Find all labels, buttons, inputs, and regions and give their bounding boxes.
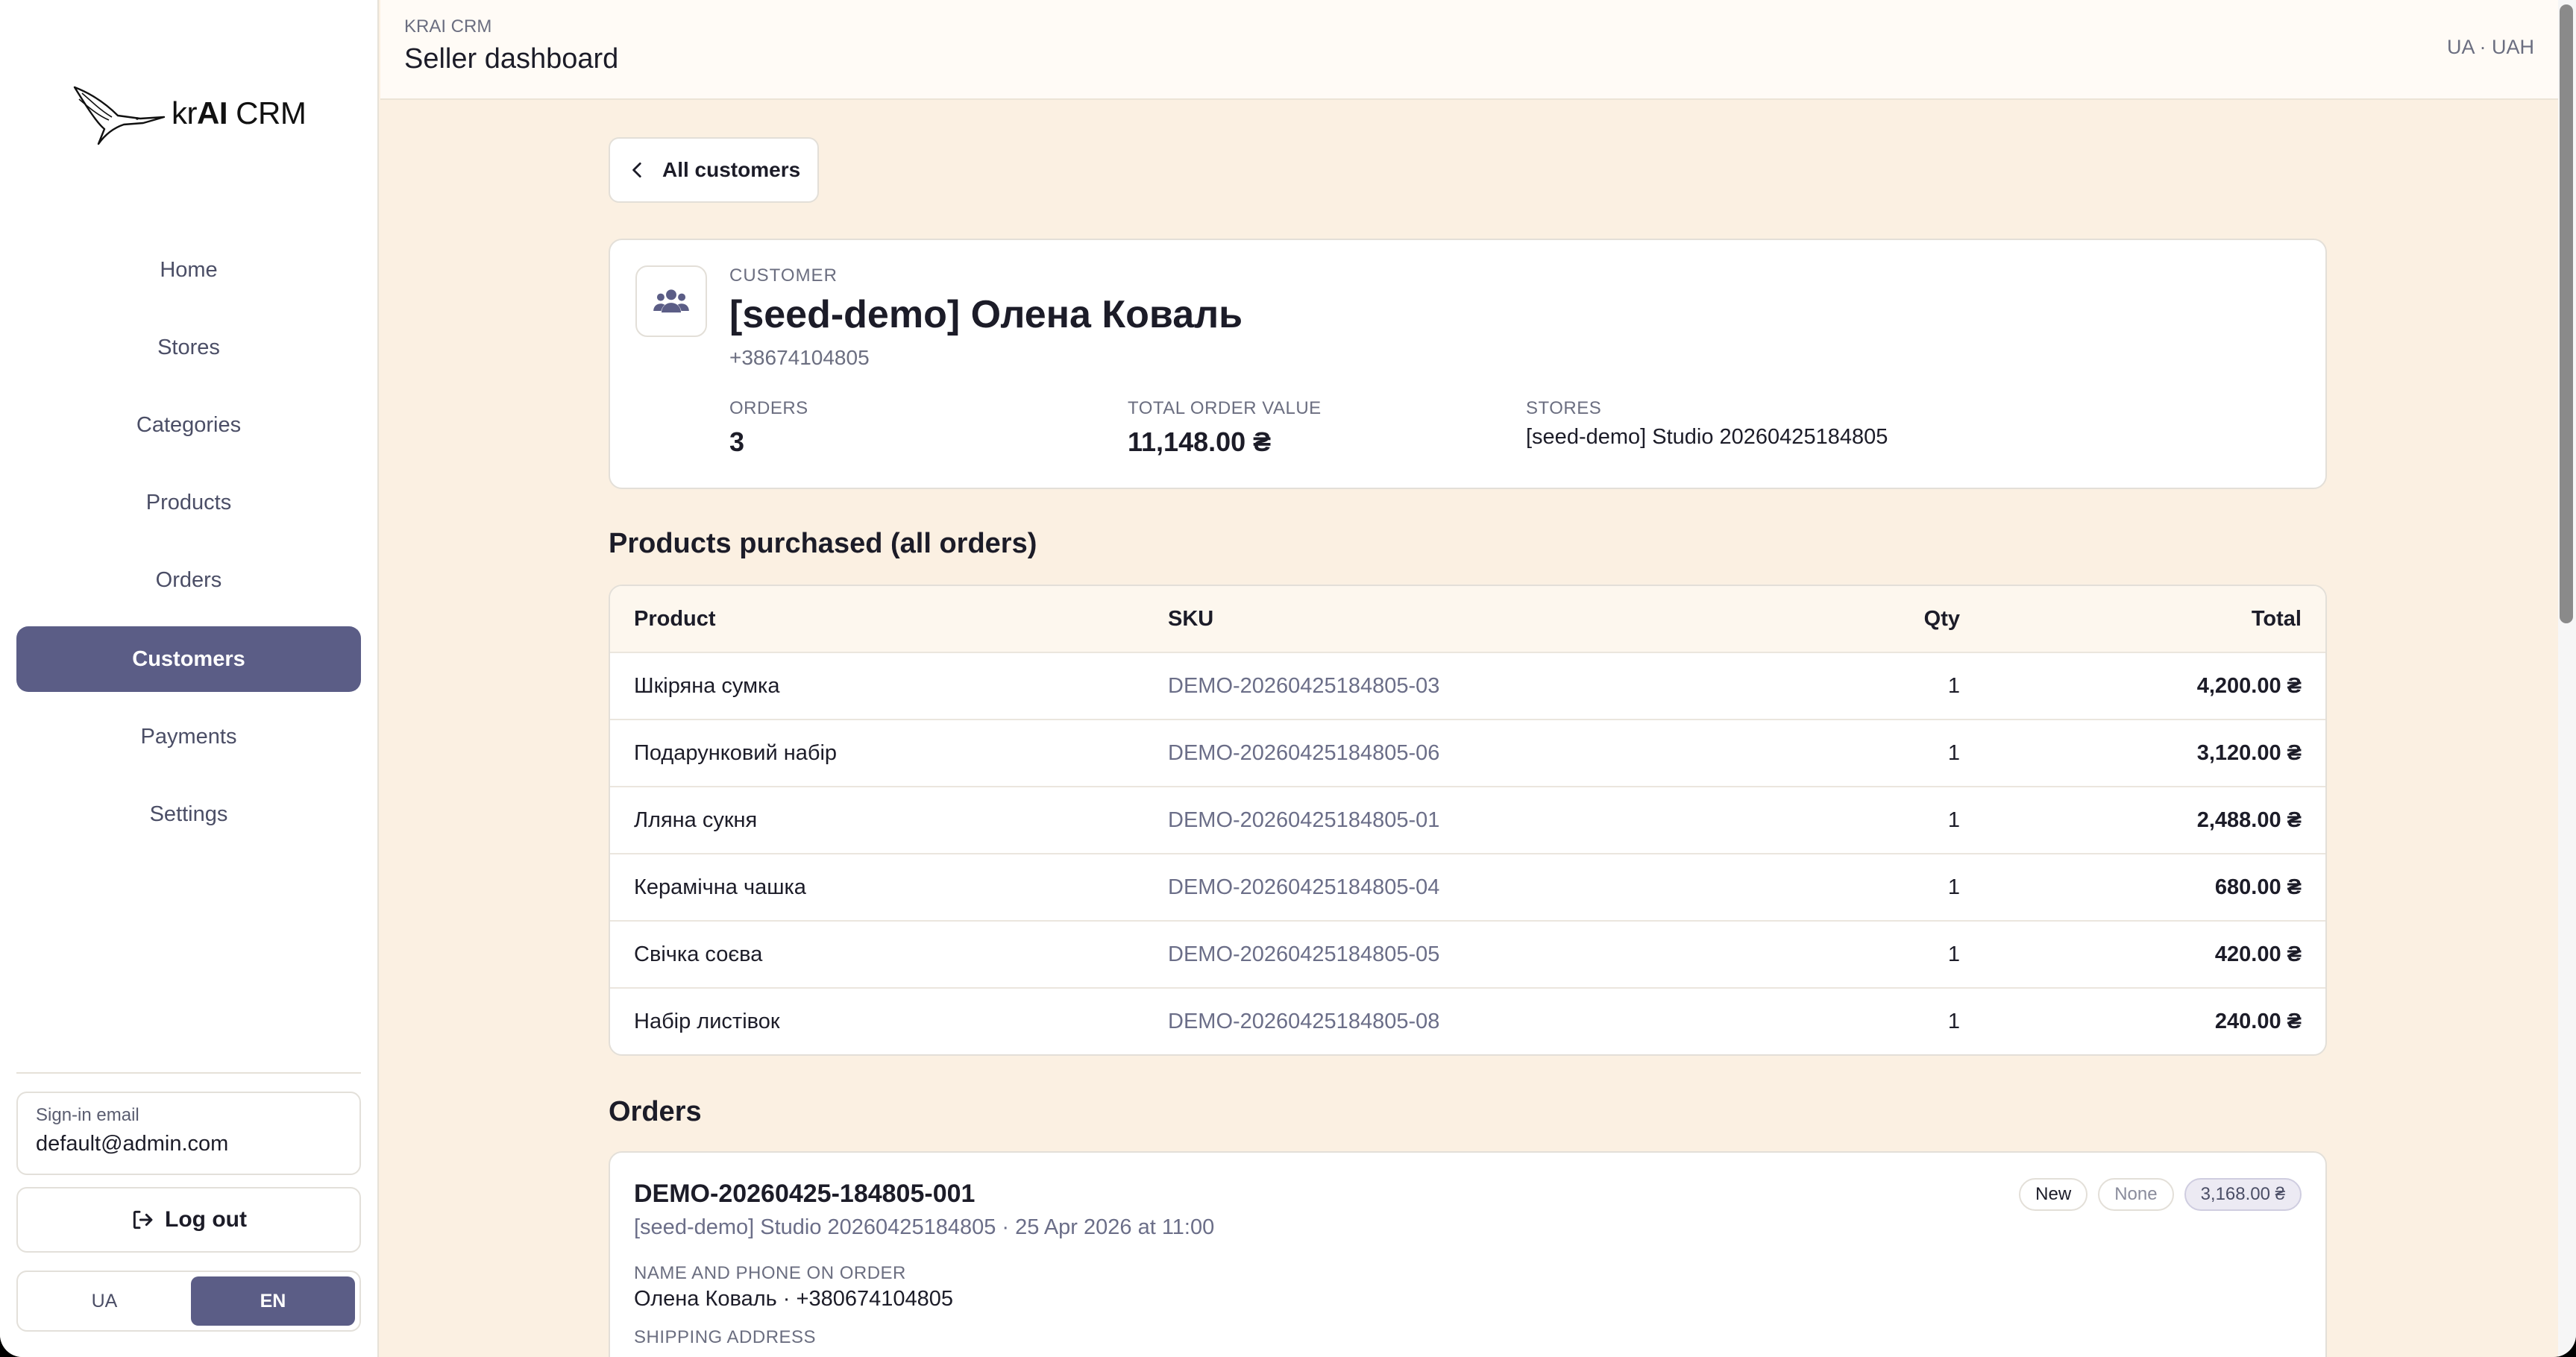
product-total: 680.00 ₴ xyxy=(2214,875,2302,899)
lang-option-en[interactable]: EN xyxy=(191,1276,355,1326)
scrollbar-thumb[interactable] xyxy=(2560,4,2573,623)
products-section-title: Products purchased (all orders) xyxy=(609,528,1037,559)
table-row: Подарунковий набір DEMO-20260425184805-0… xyxy=(610,720,2325,787)
table-header-row: Product SKU Qty Total xyxy=(610,586,2325,653)
order-meta: [seed-demo] Studio 20260425184805 · 25 A… xyxy=(634,1215,1215,1239)
nav-orders[interactable]: Orders xyxy=(16,547,361,613)
table-row: Шкіряна сумка DEMO-20260425184805-03 1 4… xyxy=(610,653,2325,720)
brand-name: krAI CRM xyxy=(172,95,307,130)
logout-label: Log out xyxy=(165,1207,247,1232)
order-badges: New None 3,168.00 ₴ xyxy=(2019,1178,2302,1211)
product-qty: 1 xyxy=(1947,673,1960,698)
language-switch: UA EN xyxy=(16,1271,361,1332)
app-window: krAI CRM Home Stores Categories Products… xyxy=(0,0,2576,1357)
shipping-address-label: SHIPPING ADDRESS xyxy=(634,1327,817,1347)
name-phone-value: Олена Коваль · +380674104805 xyxy=(634,1287,953,1311)
customer-phone: +38674104805 xyxy=(729,346,870,369)
product-qty: 1 xyxy=(1947,942,1960,966)
chevron-left-icon xyxy=(632,162,641,178)
table-row: Свічка соєва DEMO-20260425184805-05 1 42… xyxy=(610,922,2325,989)
product-name: Лляна сукня xyxy=(634,807,758,832)
customer-eyebrow: CUSTOMER xyxy=(729,265,838,286)
signin-email-box: Sign-in email default@admin.com xyxy=(16,1092,361,1175)
customer-avatar xyxy=(635,265,707,337)
product-total: 4,200.00 ₴ xyxy=(2196,673,2302,698)
app-name: KRAI CRM xyxy=(404,16,492,37)
signin-email-value: default@admin.com xyxy=(36,1132,229,1156)
logout-button[interactable]: Log out xyxy=(16,1187,361,1253)
col-header-qty: Qty xyxy=(1923,606,1960,631)
col-header-sku: SKU xyxy=(1168,606,1214,631)
product-sku: DEMO-20260425184805-03 xyxy=(1168,673,1440,698)
product-name: Свічка соєва xyxy=(634,942,763,966)
sidebar: krAI CRM Home Stores Categories Products… xyxy=(0,0,379,1357)
page-title: Seller dashboard xyxy=(404,43,619,75)
product-sku: DEMO-20260425184805-06 xyxy=(1168,740,1440,765)
product-qty: 1 xyxy=(1947,740,1960,765)
all-customers-label: All customers xyxy=(662,158,801,181)
products-table: Product SKU Qty Total Шкіряна сумка DEMO… xyxy=(609,585,2327,1056)
all-customers-button[interactable]: All customers xyxy=(609,137,819,203)
product-qty: 1 xyxy=(1947,807,1960,832)
signin-email-label: Sign-in email xyxy=(36,1105,139,1125)
nav-home[interactable]: Home xyxy=(16,237,361,303)
product-sku: DEMO-20260425184805-01 xyxy=(1168,807,1440,832)
product-name: Набір листівок xyxy=(634,1009,780,1033)
orders-stat-value: 3 xyxy=(729,426,745,457)
amount-badge: 3,168.00 ₴ xyxy=(2184,1178,2302,1211)
stores-value: [seed-demo] Studio 20260425184805 xyxy=(1526,425,1888,449)
sidebar-divider xyxy=(16,1072,361,1074)
orders-stat-label: ORDERS xyxy=(729,398,808,418)
logout-icon xyxy=(133,1210,153,1230)
total-value-label: TOTAL ORDER VALUE xyxy=(1128,398,1322,418)
stores-label: STORES xyxy=(1526,398,1602,418)
col-header-product: Product xyxy=(634,606,716,631)
stork-logo-icon xyxy=(73,86,166,145)
product-name: Керамічна чашка xyxy=(634,875,806,899)
nav-customers[interactable]: Customers xyxy=(16,626,361,692)
nav-products[interactable]: Products xyxy=(16,470,361,535)
brand-logo[interactable]: krAI CRM xyxy=(72,78,318,149)
order-card[interactable]: DEMO-20260425-184805-001 [seed-demo] Stu… xyxy=(609,1151,2327,1357)
payment-badge: None xyxy=(2098,1178,2174,1211)
product-sku: DEMO-20260425184805-05 xyxy=(1168,942,1440,966)
product-total: 240.00 ₴ xyxy=(2214,1009,2302,1033)
nav-payments[interactable]: Payments xyxy=(16,704,361,769)
customer-name: [seed-demo] Олена Коваль xyxy=(729,293,1243,336)
table-row: Керамічна чашка DEMO-20260425184805-04 1… xyxy=(610,854,2325,922)
users-icon xyxy=(653,289,689,313)
nav-stores[interactable]: Stores xyxy=(16,315,361,380)
table-row: Набір листівок DEMO-20260425184805-08 1 … xyxy=(610,989,2325,1054)
name-phone-label: NAME AND PHONE ON ORDER xyxy=(634,1263,906,1283)
top-bar: KRAI CRM Seller dashboard UA · UAH xyxy=(380,0,2558,100)
total-value-amount: 11,148.00 ₴ xyxy=(1128,426,1272,457)
product-total: 2,488.00 ₴ xyxy=(2196,807,2302,832)
product-name: Шкіряна сумка xyxy=(634,673,780,698)
status-badge: New xyxy=(2019,1178,2088,1211)
product-qty: 1 xyxy=(1947,875,1960,899)
product-sku: DEMO-20260425184805-08 xyxy=(1168,1009,1440,1033)
orders-section-title: Orders xyxy=(609,1096,702,1127)
customer-card: CUSTOMER [seed-demo] Олена Коваль +38674… xyxy=(609,239,2327,489)
product-name: Подарунковий набір xyxy=(634,740,838,765)
col-header-total: Total xyxy=(2251,606,2302,631)
product-total: 3,120.00 ₴ xyxy=(2196,740,2302,765)
table-row: Лляна сукня DEMO-20260425184805-01 1 2,4… xyxy=(610,787,2325,854)
lang-option-ua[interactable]: UA xyxy=(22,1276,186,1326)
product-sku: DEMO-20260425184805-04 xyxy=(1168,875,1440,899)
locale-indicator[interactable]: UA · UAH xyxy=(2447,36,2534,59)
product-total: 420.00 ₴ xyxy=(2214,942,2302,966)
nav-settings[interactable]: Settings xyxy=(16,781,361,847)
order-id[interactable]: DEMO-20260425-184805-001 xyxy=(634,1180,975,1209)
product-qty: 1 xyxy=(1947,1009,1960,1033)
nav-categories[interactable]: Categories xyxy=(16,392,361,458)
